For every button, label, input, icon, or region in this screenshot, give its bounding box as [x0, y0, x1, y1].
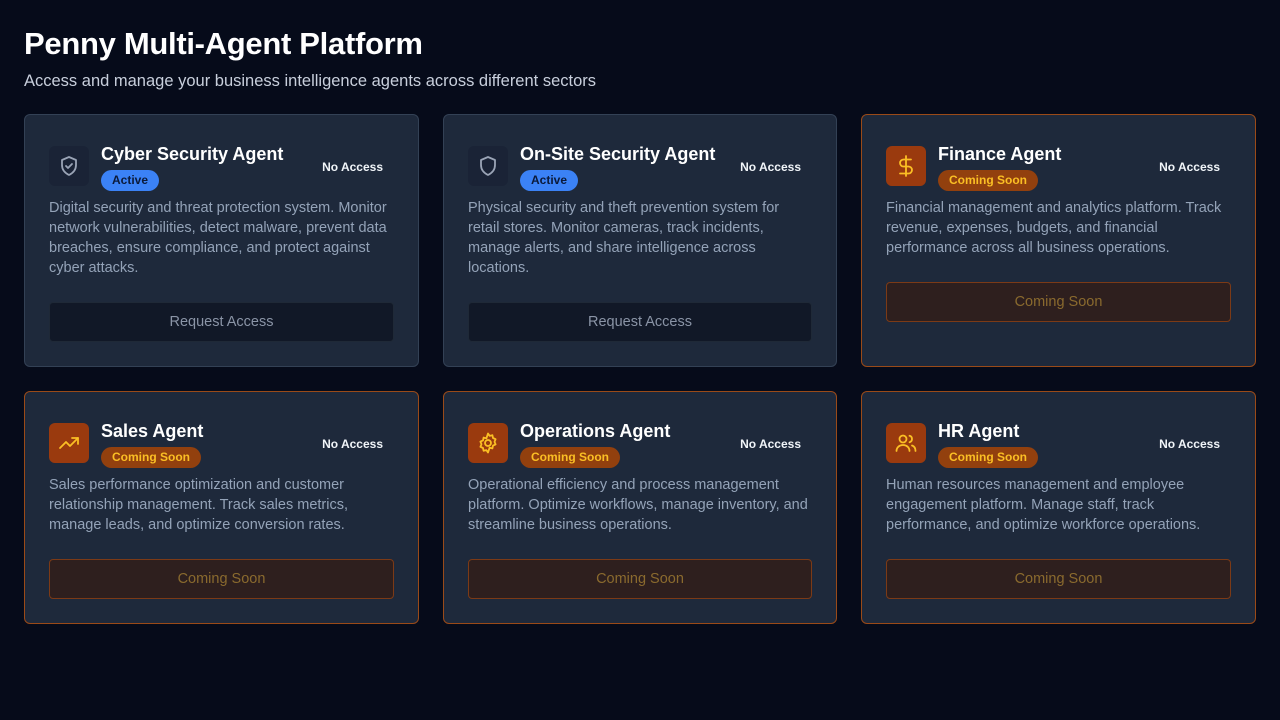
page-title: Penny Multi-Agent Platform: [24, 26, 423, 61]
agent-title: On-Site Security Agent: [520, 144, 716, 164]
status-badge: Coming Soon: [938, 170, 1038, 191]
page-subtitle: Access and manage your business intellig…: [24, 72, 597, 90]
agent-card-sales: Sales Agent Coming Soon No Access Sales …: [24, 391, 419, 624]
access-status: No Access: [322, 437, 383, 451]
coming-soon-button[interactable]: Coming Soon: [49, 559, 394, 599]
users-icon: [886, 423, 926, 463]
agent-description: Human resources management and employee …: [886, 477, 1201, 533]
coming-soon-button[interactable]: Coming Soon: [468, 559, 812, 599]
shield-check-icon: [49, 146, 89, 186]
agent-description: Sales performance optimization and custo…: [49, 477, 348, 533]
access-status: No Access: [740, 160, 801, 174]
agent-description: Financial management and analytics platf…: [886, 200, 1222, 256]
agent-card-operations: Operations Agent Coming Soon No Access O…: [443, 391, 837, 624]
agent-title: Finance Agent: [938, 144, 1062, 164]
agent-title: Operations Agent: [520, 421, 671, 441]
access-status: No Access: [1159, 160, 1220, 174]
agent-description: Physical security and theft prevention s…: [468, 200, 780, 276]
access-status: No Access: [1159, 437, 1220, 451]
status-badge: Coming Soon: [938, 447, 1038, 468]
request-access-button[interactable]: Request Access: [49, 302, 394, 342]
agent-card-cyber-security: Cyber Security Agent Active No Access Di…: [24, 114, 419, 367]
agent-card-finance: Finance Agent Coming Soon No Access Fina…: [861, 114, 1256, 367]
status-badge: Coming Soon: [520, 447, 620, 468]
agent-grid: Cyber Security Agent Active No Access Di…: [24, 114, 1256, 624]
coming-soon-button[interactable]: Coming Soon: [886, 282, 1231, 322]
status-badge: Active: [101, 170, 160, 191]
status-badge: Active: [520, 170, 579, 191]
gear-icon: [468, 423, 508, 463]
agent-card-on-site-security: On-Site Security Agent Active No Access …: [443, 114, 837, 367]
agent-description: Digital security and threat protection s…: [49, 200, 387, 276]
page: Penny Multi-Agent Platform Access and ma…: [0, 0, 1280, 624]
access-status: No Access: [740, 437, 801, 451]
agent-description: Operational efficiency and process manag…: [468, 477, 808, 533]
agent-card-hr: HR Agent Coming Soon No Access Human res…: [861, 391, 1256, 624]
access-status: No Access: [322, 160, 383, 174]
shield-icon: [468, 146, 508, 186]
trending-up-icon: [49, 423, 89, 463]
status-badge: Coming Soon: [101, 447, 201, 468]
coming-soon-button[interactable]: Coming Soon: [886, 559, 1231, 599]
request-access-button[interactable]: Request Access: [468, 302, 812, 342]
agent-title: HR Agent: [938, 421, 1020, 441]
dollar-icon: [886, 146, 926, 186]
agent-title: Sales Agent: [101, 421, 204, 441]
agent-title: Cyber Security Agent: [101, 144, 284, 164]
